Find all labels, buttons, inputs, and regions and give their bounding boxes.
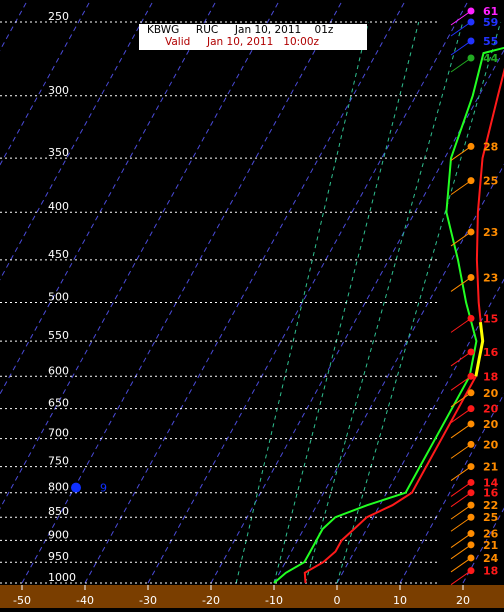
wind-speed-label: 24 bbox=[483, 552, 499, 565]
saturated-layer-line bbox=[474, 322, 485, 377]
wind-speed-label: 25 bbox=[483, 175, 498, 188]
temperature-tick-label: -30 bbox=[139, 594, 157, 607]
wind-speed-label: 18 bbox=[483, 565, 498, 578]
wind-barb bbox=[450, 570, 472, 586]
pressure-tick-label: 850 bbox=[48, 505, 69, 518]
wind-barb bbox=[450, 21, 472, 37]
wind-speed-label: 20 bbox=[483, 403, 499, 416]
temperature-tick-label: 0 bbox=[334, 594, 341, 607]
temperature-tick-label: -10 bbox=[265, 594, 283, 607]
wind-speed-label: 44 bbox=[483, 52, 499, 65]
wind-dot bbox=[467, 405, 475, 413]
wind-dot bbox=[467, 440, 475, 448]
temperature-tick-label: -40 bbox=[76, 594, 94, 607]
pressure-tick-label: 950 bbox=[48, 550, 69, 563]
pressure-tick-label: 900 bbox=[48, 528, 69, 541]
wind-speed-label: 20 bbox=[483, 438, 499, 451]
wind-speed-label: 25 bbox=[483, 511, 498, 524]
wind-speed-label: 23 bbox=[483, 226, 498, 239]
title-box: KBWG RUC Jan 10, 2011 01z Valid Jan 10, … bbox=[139, 24, 367, 50]
pressure-tick-label: 450 bbox=[48, 248, 69, 261]
pressure-tick-label: 550 bbox=[48, 329, 69, 342]
pressure-tick-label: 650 bbox=[48, 397, 69, 410]
wind-dot bbox=[467, 228, 475, 236]
wind-speed-label: 59 bbox=[483, 16, 498, 29]
wind-barb bbox=[450, 375, 472, 391]
title-line-2: Valid Jan 10, 2011 10:00z bbox=[165, 36, 320, 48]
pressure-tick-label: 1000 bbox=[48, 571, 76, 584]
wind-speed-label: 55 bbox=[483, 35, 498, 48]
temperature-tick-label: -20 bbox=[202, 594, 220, 607]
wind-dot bbox=[467, 389, 475, 397]
wind-dot bbox=[467, 501, 475, 509]
wind-speed-label: 16 bbox=[483, 346, 499, 359]
skew-t-chart: 250 300 350 400 450 500 550 600 650 700 750 800 850 9… bbox=[0, 0, 504, 612]
wind-speed-label: 18 bbox=[483, 370, 498, 383]
wind-dot bbox=[467, 567, 475, 575]
wind-dot bbox=[467, 541, 475, 549]
wind-barb bbox=[450, 57, 472, 73]
wind-dot bbox=[467, 177, 475, 185]
pressure-tick-label: 500 bbox=[48, 291, 69, 304]
wind-speed-label: 22 bbox=[483, 499, 498, 512]
wind-dot bbox=[467, 489, 475, 497]
wind-dot bbox=[467, 478, 475, 486]
isotherm-line bbox=[0, 0, 218, 395]
wind-speed-label: 16 bbox=[483, 487, 499, 500]
pressure-tick-label: 400 bbox=[48, 200, 69, 213]
wind-dot bbox=[467, 314, 475, 322]
wind-speed-label: 21 bbox=[483, 461, 498, 474]
temperature-tick-label: 10 bbox=[393, 594, 407, 607]
wind-dot bbox=[467, 554, 475, 562]
temperature-line bbox=[303, 67, 504, 584]
dewpoint-line bbox=[273, 46, 504, 584]
skew-t-plot: 2503003504004505005506006507007508008509… bbox=[0, 0, 504, 612]
pressure-tick-label: 750 bbox=[48, 455, 69, 468]
pressure-tick-label: 300 bbox=[48, 84, 69, 97]
pressure-tick-label: 800 bbox=[48, 481, 69, 494]
title-line-1: KBWG RUC Jan 10, 2011 01z bbox=[147, 24, 334, 36]
wind-barb bbox=[450, 40, 472, 56]
isotherm-line bbox=[0, 0, 29, 52]
isotherm-line bbox=[84, 0, 407, 584]
wind-dot bbox=[467, 54, 475, 62]
isotherm-line bbox=[0, 0, 26, 583]
isotherm-line bbox=[21, 0, 344, 584]
wind-dot bbox=[467, 18, 475, 26]
isotherm-line bbox=[0, 0, 92, 166]
wind-dot bbox=[467, 348, 475, 356]
wind-speed-label: 28 bbox=[483, 140, 498, 153]
wind-speed-label: 23 bbox=[483, 271, 498, 284]
surface-marker bbox=[71, 482, 81, 493]
wind-dot bbox=[467, 37, 475, 45]
wind-dot bbox=[467, 530, 475, 538]
wind-speed-label: 21 bbox=[483, 539, 498, 552]
surface-marker-label: 9 bbox=[100, 482, 107, 495]
isotherm-line bbox=[147, 0, 470, 584]
wind-barb bbox=[450, 351, 472, 367]
temperature-tick-label: 20 bbox=[456, 594, 470, 607]
wind-dot bbox=[467, 420, 475, 428]
wind-dot bbox=[467, 7, 475, 15]
isotherm-line bbox=[210, 49, 504, 584]
wind-dot bbox=[467, 142, 475, 150]
wind-speed-label: 20 bbox=[483, 387, 499, 400]
wind-barb bbox=[450, 317, 472, 333]
wind-dot bbox=[467, 273, 475, 281]
wind-barb bbox=[450, 516, 472, 532]
temperature-tick-label: -50 bbox=[13, 594, 31, 607]
isotherm-line bbox=[0, 0, 155, 281]
wind-speed-label: 20 bbox=[483, 418, 499, 431]
wind-dot bbox=[467, 372, 475, 380]
wind-dot bbox=[467, 513, 475, 521]
wind-barb bbox=[450, 466, 472, 481]
wind-speed-label: 15 bbox=[483, 312, 498, 325]
pressure-tick-label: 350 bbox=[48, 146, 69, 159]
pressure-tick-label: 250 bbox=[48, 10, 69, 23]
wind-barb bbox=[450, 423, 472, 439]
wind-barb bbox=[450, 443, 472, 459]
pressure-tick-label: 600 bbox=[48, 364, 69, 377]
pressure-tick-label: 700 bbox=[48, 427, 69, 440]
wind-dot bbox=[467, 463, 475, 471]
